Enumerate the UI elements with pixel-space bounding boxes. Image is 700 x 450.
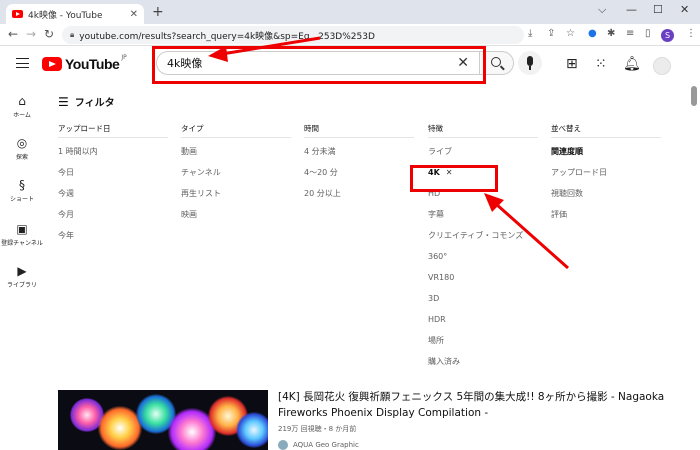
annotation-arrow-4k — [495, 202, 569, 270]
annotation-arrows — [208, 36, 569, 270]
screenshot-frame: 4k映像 - YouTube ✕ + ⌵ — ☐ ✕ ← → ↻ 🔒︎ yout… — [0, 0, 700, 450]
annotation-arrowhead-search — [208, 46, 228, 62]
annotation-arrow-search — [221, 36, 321, 56]
